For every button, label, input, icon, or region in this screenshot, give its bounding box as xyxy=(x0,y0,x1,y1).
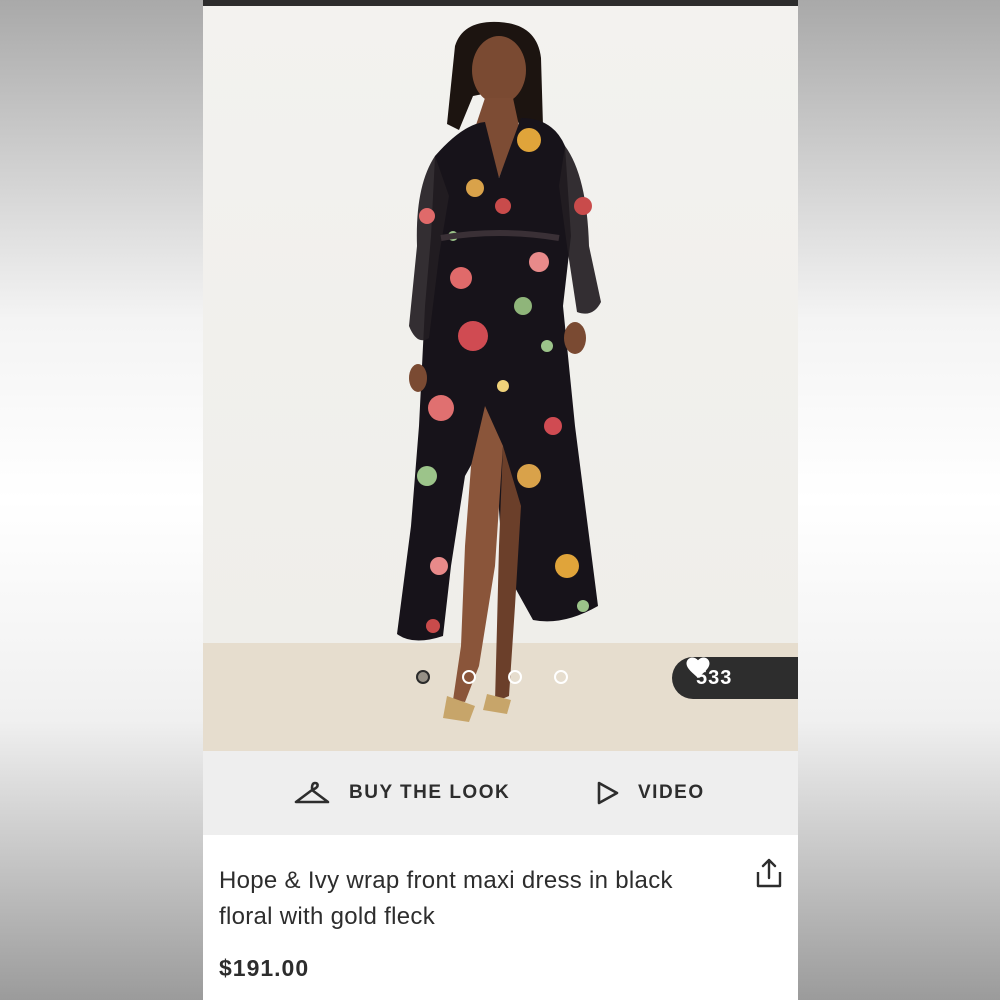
product-title: Hope & Ivy wrap front maxi dress in blac… xyxy=(219,867,673,930)
buy-the-look-label: BUY THE LOOK xyxy=(349,782,511,803)
heart-icon xyxy=(686,657,710,678)
hanger-icon xyxy=(294,781,330,804)
product-info: Hope & Ivy wrap front maxi dress in blac… xyxy=(203,835,798,1000)
video-label: VIDEO xyxy=(638,782,705,803)
product-image xyxy=(203,21,798,751)
carousel-dot[interactable] xyxy=(554,670,568,684)
product-price: $191.00 xyxy=(219,955,310,981)
action-bar: BUY THE LOOK VIDEO xyxy=(203,751,798,835)
carousel-dot[interactable] xyxy=(508,670,522,684)
play-icon xyxy=(597,781,619,805)
video-button[interactable]: VIDEO xyxy=(596,751,705,835)
carousel-dot[interactable] xyxy=(462,670,476,684)
product-page: 533 BUY THE LOOK VIDEO Hope & Ivy wrap f… xyxy=(203,0,798,1000)
share-icon[interactable] xyxy=(754,857,784,889)
like-button[interactable]: 533 xyxy=(672,657,798,699)
buy-the-look-button[interactable]: BUY THE LOOK xyxy=(293,751,510,835)
carousel-indicators xyxy=(416,668,568,686)
carousel-dot[interactable] xyxy=(416,670,430,684)
product-image-carousel[interactable]: 533 xyxy=(203,6,798,751)
